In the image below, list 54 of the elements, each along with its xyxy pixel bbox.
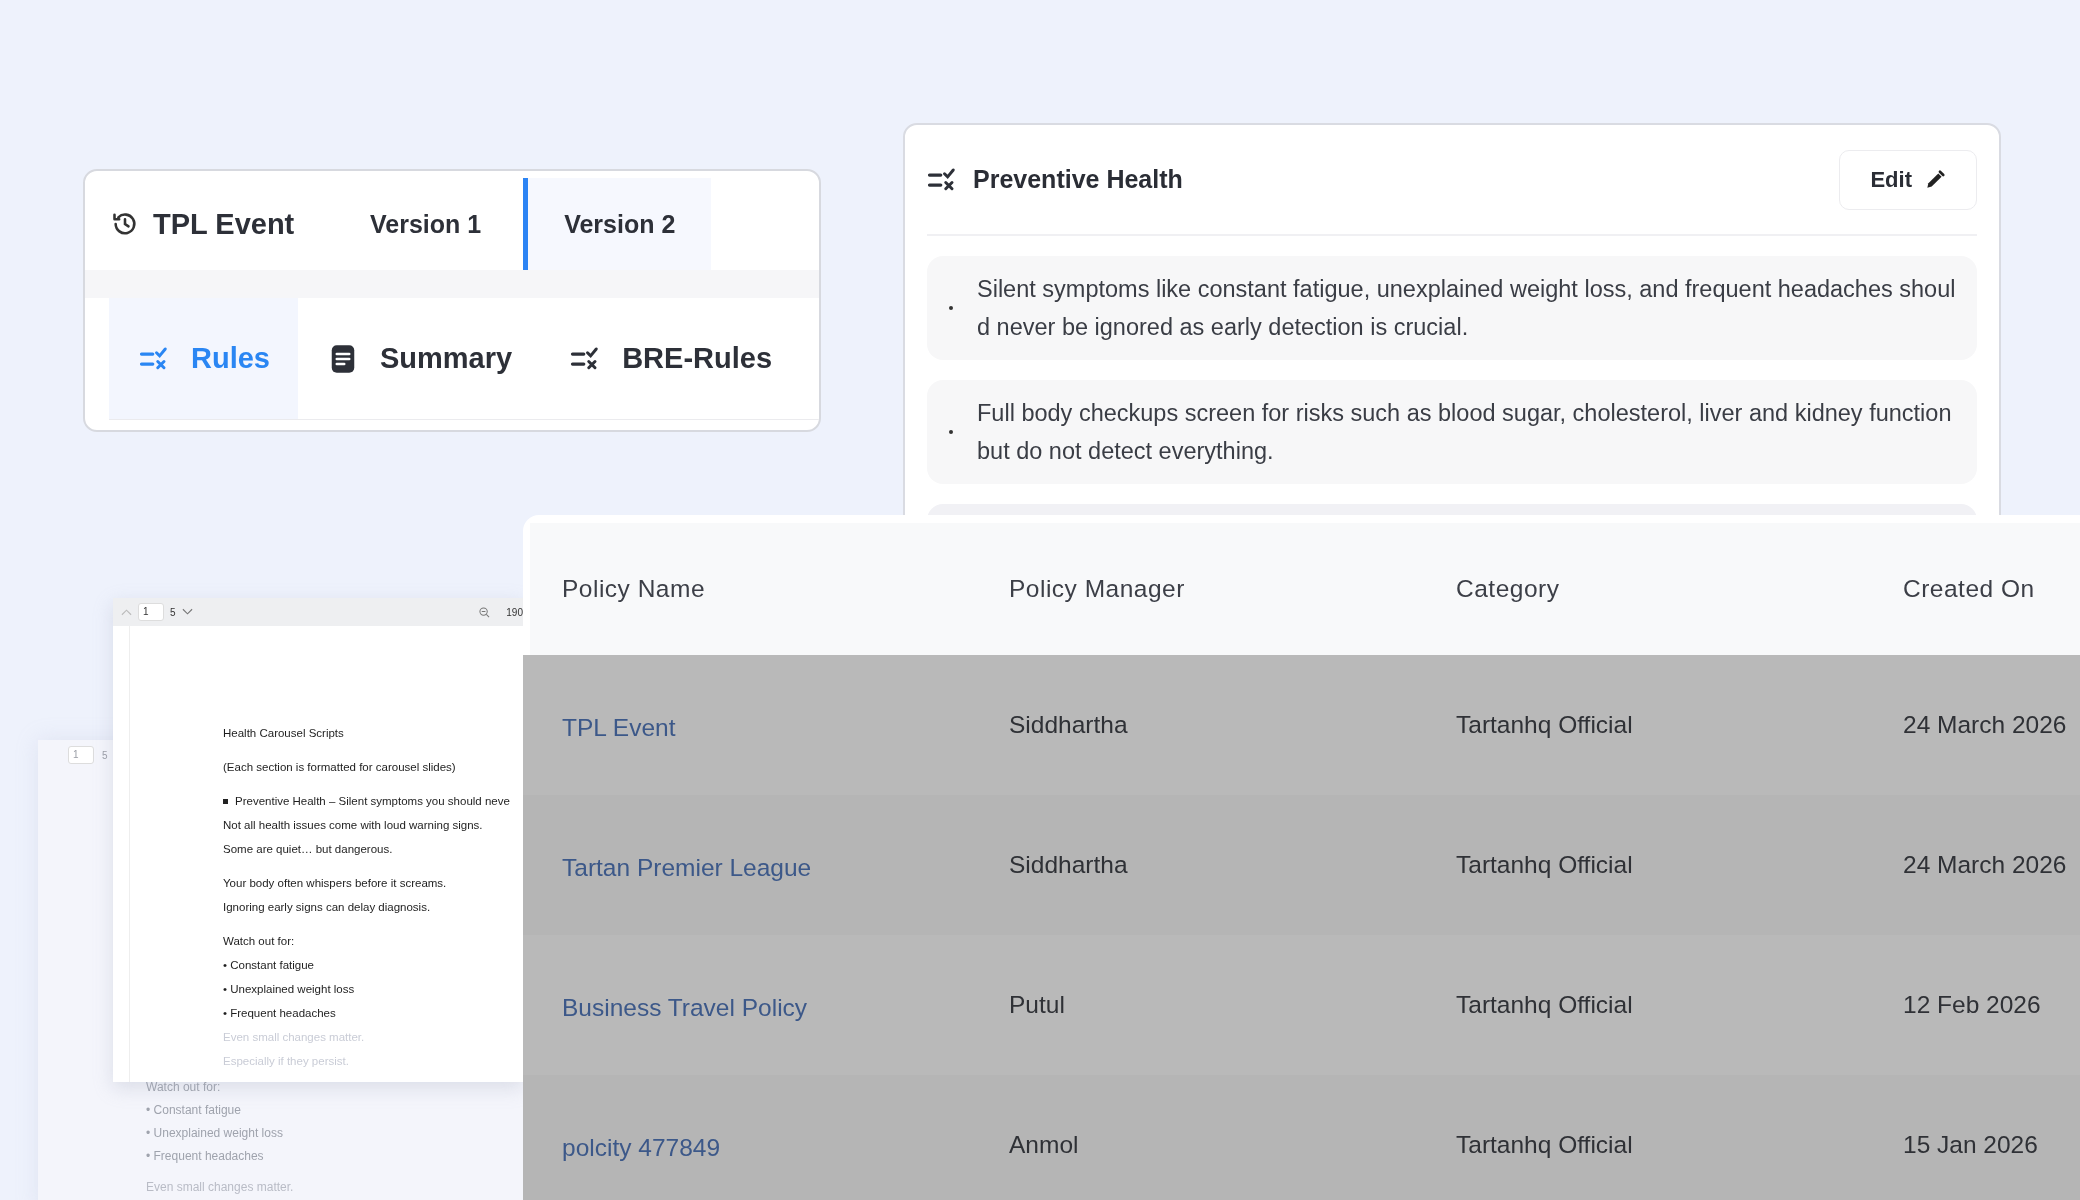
pencil-icon [1924,168,1946,191]
table-cell: Siddhartha [1009,851,1128,878]
document-text: Ignoring early signs can delay diagnosis. [223,900,432,915]
page-count: 5 [102,749,108,761]
document-text: Not all health issues come with loud warning signs. [223,818,484,833]
document-text: • Constant fatigue [146,1102,242,1119]
table-cell: Anmol [1009,1131,1079,1158]
document-text: Watch out for: [223,934,296,949]
section-tab[interactable]: Summary [298,298,541,419]
chevron-down-icon [181,608,193,616]
table-cell: Siddhartha [1009,711,1128,738]
zoom-level: 190 [506,606,523,618]
document-text: • Constant fatigue [223,958,315,973]
column-header: Policy Name [561,575,706,603]
table-cell: Tartanhq Official [1456,851,1633,878]
policy-title: TPL Event [153,207,295,241]
section-tab[interactable]: BRE-Rules [540,298,800,419]
document-text: Some are quiet… but dangerous. [223,842,394,857]
policy-link[interactable]: TPL Event [562,714,676,741]
bullet-icon [949,306,953,310]
version-tab[interactable]: Version 2 [523,178,712,270]
zoom-out-icon [479,606,491,618]
document-text: • Frequent headaches [146,1148,265,1165]
column-header: Policy Manager [1008,575,1186,603]
table-cell: Tartanhq Official [1456,1131,1633,1158]
document-text: (Each section is formatted for carousel slides) [223,760,457,775]
document-text: • Frequent headaches [223,1006,337,1021]
edit-button[interactable]: Edit [1839,149,1977,210]
version-tab[interactable]: Version 1 [335,178,524,270]
rule-text: Silent symptoms like constant fatigue, unexplained weight loss, and frequent headaches should never be ignored as early detection is crucial. [977,275,1957,342]
card-title: Preventive Health [973,165,1184,194]
column-header: Created On [1902,575,2036,603]
document-text: Watch out for: [146,1079,222,1096]
rule-text: Full body checkups screen for risks such as blood sugar, cholesterol, liver and kidney function but do not detect everything. [977,399,1953,466]
table-cell: 15 Jan 2026 [1903,1131,2038,1158]
document-text: Your body often whispers before it screams. [223,876,448,891]
page-field[interactable]: 1 [138,603,164,621]
document-text: Even small changes matter. [146,1179,294,1196]
bullet-icon [949,430,953,434]
table-cell: Tartanhq Official [1456,991,1633,1018]
table-cell: Tartanhq Official [1456,711,1633,738]
document-text: Preventive Health – Silent symptoms you should neve [235,794,510,809]
table-cell: 12 Feb 2026 [1903,991,2041,1018]
document-text: • Unexplained weight loss [223,982,356,997]
table-cell: 24 March 2026 [1903,711,2067,738]
policy-link[interactable]: Business Travel Policy [562,994,808,1021]
table-cell: 24 March 2026 [1903,851,2067,878]
document-text: Health Carousel Scripts [223,726,345,741]
page-count: 5 [170,606,176,618]
chevron-up-icon [121,608,132,616]
bullet-icon [223,798,228,804]
table-cell: Putul [1009,991,1065,1018]
column-header: Category [1455,575,1561,603]
document-text: • Unexplained weight loss [146,1125,284,1142]
